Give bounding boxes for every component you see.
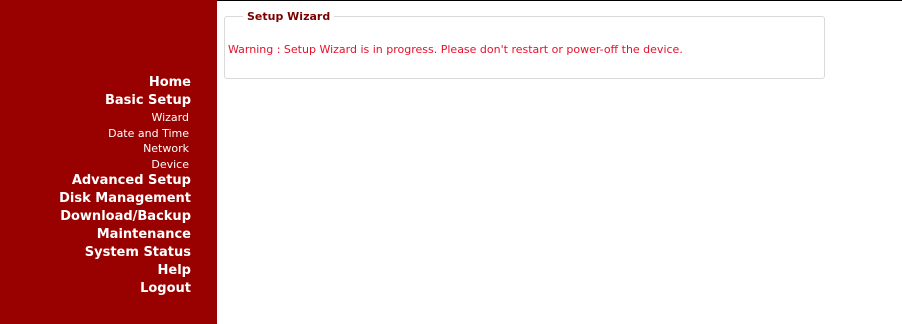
sidebar-item-download-backup[interactable]: Download/Backup [59, 208, 191, 226]
setup-wizard-panel: Setup Wizard Warning : Setup Wizard is i… [224, 10, 825, 79]
sidebar-item-disk-management[interactable]: Disk Management [59, 190, 191, 208]
sidebar-subitem-network[interactable]: Network [59, 141, 191, 157]
sidebar: Home Basic Setup Wizard Date and Time Ne… [0, 0, 217, 324]
setup-wizard-title: Setup Wizard [247, 10, 331, 23]
sidebar-nav: Home Basic Setup Wizard Date and Time Ne… [59, 74, 191, 298]
sidebar-item-logout[interactable]: Logout [59, 280, 191, 298]
sidebar-subitem-wizard[interactable]: Wizard [59, 110, 191, 126]
sidebar-item-home[interactable]: Home [59, 74, 191, 92]
sidebar-item-help[interactable]: Help [59, 262, 191, 280]
sidebar-subitem-date-and-time[interactable]: Date and Time [59, 126, 191, 142]
sidebar-item-advanced-setup[interactable]: Advanced Setup [59, 172, 191, 190]
sidebar-item-maintenance[interactable]: Maintenance [59, 226, 191, 244]
sidebar-item-system-status[interactable]: System Status [59, 244, 191, 262]
sidebar-item-basic-setup[interactable]: Basic Setup [59, 92, 191, 110]
wizard-warning-message: Warning : Setup Wizard is in progress. P… [228, 43, 683, 56]
sidebar-subitem-device[interactable]: Device [59, 157, 191, 173]
